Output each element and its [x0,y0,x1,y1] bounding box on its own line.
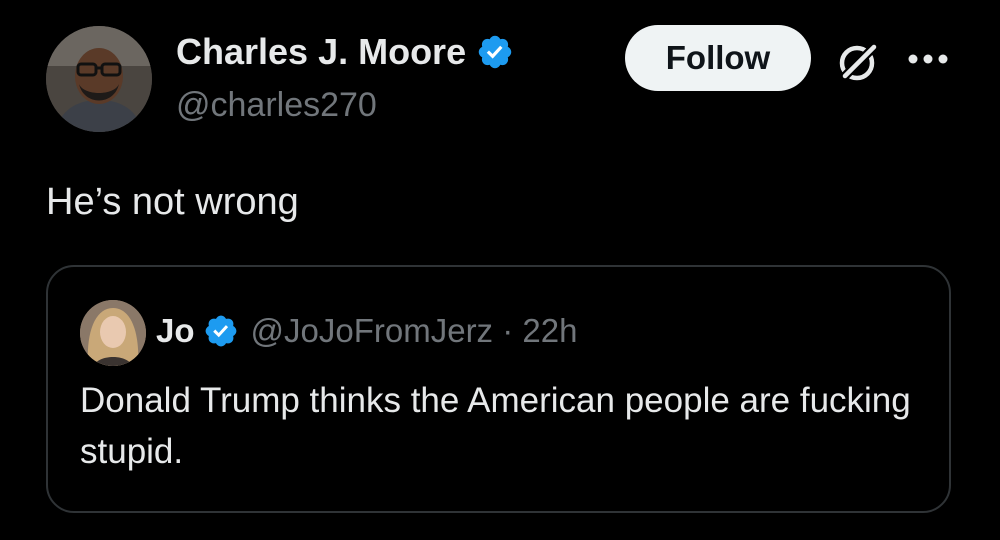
grok-icon[interactable] [836,40,880,84]
author-display-name[interactable]: Charles J. Moore [176,30,466,74]
quoted-tweet-card[interactable]: Jo @JoJoFromJerz · 22h Donald Trump thin… [46,265,951,513]
follow-button[interactable]: Follow [625,25,811,91]
quoted-separator: · [493,312,523,349]
tweet-text: He’s not wrong [46,181,299,223]
quoted-tweet-text: Donald Trump thinks the American people … [80,381,911,471]
verified-badge-icon [476,33,514,71]
quoted-author-avatar[interactable] [80,300,146,366]
quoted-header: Jo @JoJoFromJerz · 22h [156,309,577,353]
quoted-handle[interactable]: @JoJoFromJerz [251,309,494,353]
verified-badge-icon [203,313,239,349]
more-options-icon[interactable] [906,52,950,66]
quoted-display-name[interactable]: Jo [156,309,195,353]
author-name-row[interactable]: Charles J. Moore [176,30,514,74]
quoted-timestamp[interactable]: 22h [522,309,577,353]
author-avatar[interactable] [46,26,152,132]
author-handle[interactable]: @charles270 [176,83,377,127]
